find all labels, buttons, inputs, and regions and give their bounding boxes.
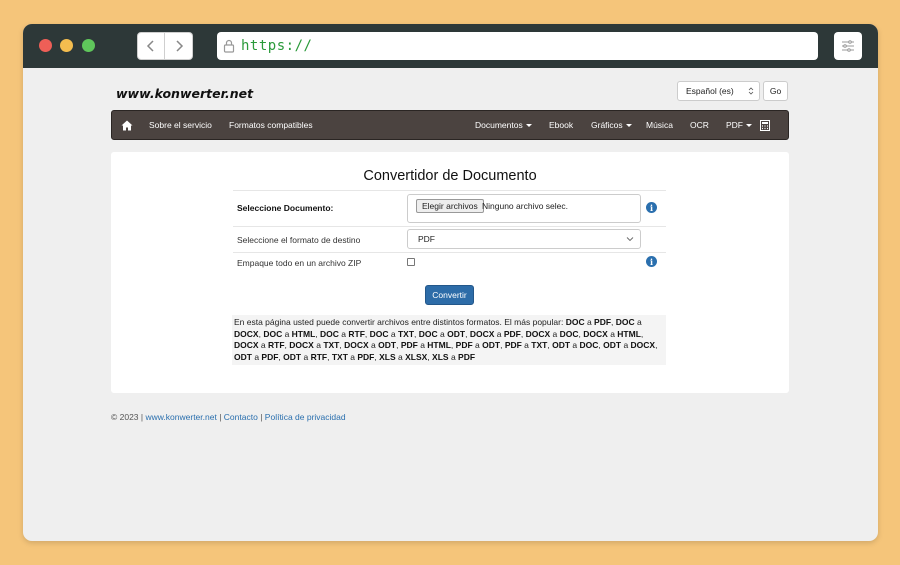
footer-link-home[interactable]: www.konwerter.net	[145, 412, 216, 422]
conversion-link[interactable]: DOC a TXT	[370, 329, 414, 339]
target-format-select[interactable]: PDF	[407, 229, 641, 249]
conversion-link[interactable]: PDF a TXT	[505, 340, 548, 350]
description-intro: En esta página usted puede convertir arc…	[234, 317, 564, 327]
conversion-link[interactable]: TXT a PDF	[332, 352, 375, 362]
choose-files-button[interactable]: Elegir archivos	[416, 199, 484, 213]
copyright-text: © 2023 |	[111, 412, 144, 422]
nav-pdf[interactable]: PDF	[726, 111, 752, 139]
conversion-link[interactable]: DOC a HTML	[263, 329, 315, 339]
close-window-button[interactable]	[39, 39, 52, 52]
row-divider	[233, 190, 666, 191]
file-status: Ninguno archivo selec.	[482, 201, 568, 211]
conversion-link[interactable]: XLS a XLSX	[379, 352, 427, 362]
conversion-link[interactable]: ODT a DOC	[552, 340, 598, 350]
conversion-link[interactable]: XLS a PDF	[432, 352, 475, 362]
conversion-link[interactable]: DOCX a DOC	[526, 329, 579, 339]
language-select[interactable]: Español (es)	[677, 81, 760, 101]
info-icon[interactable]: i	[646, 256, 657, 267]
nav-graphics[interactable]: Gráficos	[591, 111, 632, 139]
nav-ocr[interactable]: OCR	[690, 111, 709, 139]
chevron-left-icon	[146, 40, 154, 52]
minimize-window-button[interactable]	[60, 39, 73, 52]
conversion-link[interactable]: ODT a DOCX	[603, 340, 655, 350]
address-bar[interactable]: https://	[217, 32, 818, 60]
conversion-link[interactable]: DOC a PDF	[566, 317, 611, 327]
footer-link-contact[interactable]: Contacto	[224, 412, 258, 422]
conversion-link[interactable]: DOCX a HTML	[583, 329, 641, 339]
converter-card: Convertidor de Documento Seleccione Docu…	[111, 152, 789, 393]
conversion-link[interactable]: ODT a PDF	[234, 352, 278, 362]
chevron-right-icon	[175, 40, 183, 52]
page-title: Convertidor de Documento	[363, 168, 537, 184]
footer-link-privacy[interactable]: Política de privacidad	[265, 412, 346, 422]
conversion-link[interactable]: DOC a ODT	[419, 329, 465, 339]
go-button[interactable]: Go	[763, 81, 788, 101]
popular-conversions-text: En esta página usted puede convertir arc…	[232, 315, 666, 365]
site-logo[interactable]: www.konwerter.net	[116, 86, 253, 101]
nav-documents[interactable]: Documentos	[475, 111, 532, 139]
target-format-value: PDF	[418, 234, 435, 244]
target-format-label: Seleccione el formato de destino	[237, 235, 361, 245]
row-divider	[233, 252, 666, 253]
info-icon[interactable]: i	[646, 202, 657, 213]
calculator-icon	[760, 119, 770, 131]
convert-button[interactable]: Convertir	[425, 285, 474, 305]
conversion-link[interactable]: PDF a ODT	[456, 340, 500, 350]
conversion-link[interactable]: DOCX a ODT	[344, 340, 396, 350]
conversion-link[interactable]: ODT a RTF	[283, 352, 327, 362]
forward-button[interactable]	[165, 32, 193, 60]
browser-toolbar: https://	[23, 24, 878, 68]
file-input[interactable]: Elegir archivos Ninguno archivo selec.	[407, 194, 641, 223]
home-icon	[121, 120, 133, 130]
nav-about[interactable]: Sobre el servicio	[149, 111, 212, 139]
conversion-link[interactable]: DOCX a RTF	[234, 340, 285, 350]
nav-formats[interactable]: Formatos compatibles	[229, 111, 313, 139]
conversion-link[interactable]: DOCX a PDF	[470, 329, 521, 339]
browser-menu-button[interactable]	[834, 32, 862, 60]
calculator-link[interactable]	[760, 111, 770, 139]
url-text[interactable]: https://	[241, 38, 312, 54]
sliders-icon	[842, 40, 854, 52]
footer-separator: |	[219, 412, 222, 422]
select-document-label: Seleccione Documento:	[237, 203, 334, 213]
zip-label: Empaque todo en un archivo ZIP	[237, 258, 362, 268]
home-link[interactable]	[121, 111, 133, 139]
row-divider	[233, 226, 666, 227]
nav-music[interactable]: Música	[646, 111, 673, 139]
footer: © 2023 | www.konwerter.net | Contacto | …	[111, 412, 346, 422]
conversion-link[interactable]: DOCX a TXT	[289, 340, 339, 350]
language-select-value: Español (es)	[686, 86, 734, 96]
zip-checkbox[interactable]	[407, 258, 415, 266]
footer-separator: |	[260, 412, 263, 422]
nav-ebook[interactable]: Ebook	[549, 111, 573, 139]
conversion-link[interactable]: DOC a RTF	[320, 329, 365, 339]
back-button[interactable]	[137, 32, 165, 60]
browser-window: https:// www.konwerter.net Español (es) …	[23, 24, 878, 541]
chevron-down-icon	[626, 237, 634, 242]
maximize-window-button[interactable]	[82, 39, 95, 52]
conversion-link[interactable]: PDF a HTML	[401, 340, 451, 350]
chevron-updown-icon	[748, 87, 754, 95]
main-navbar: Sobre el servicio Formatos compatibles D…	[111, 110, 789, 140]
lock-icon	[223, 39, 235, 53]
